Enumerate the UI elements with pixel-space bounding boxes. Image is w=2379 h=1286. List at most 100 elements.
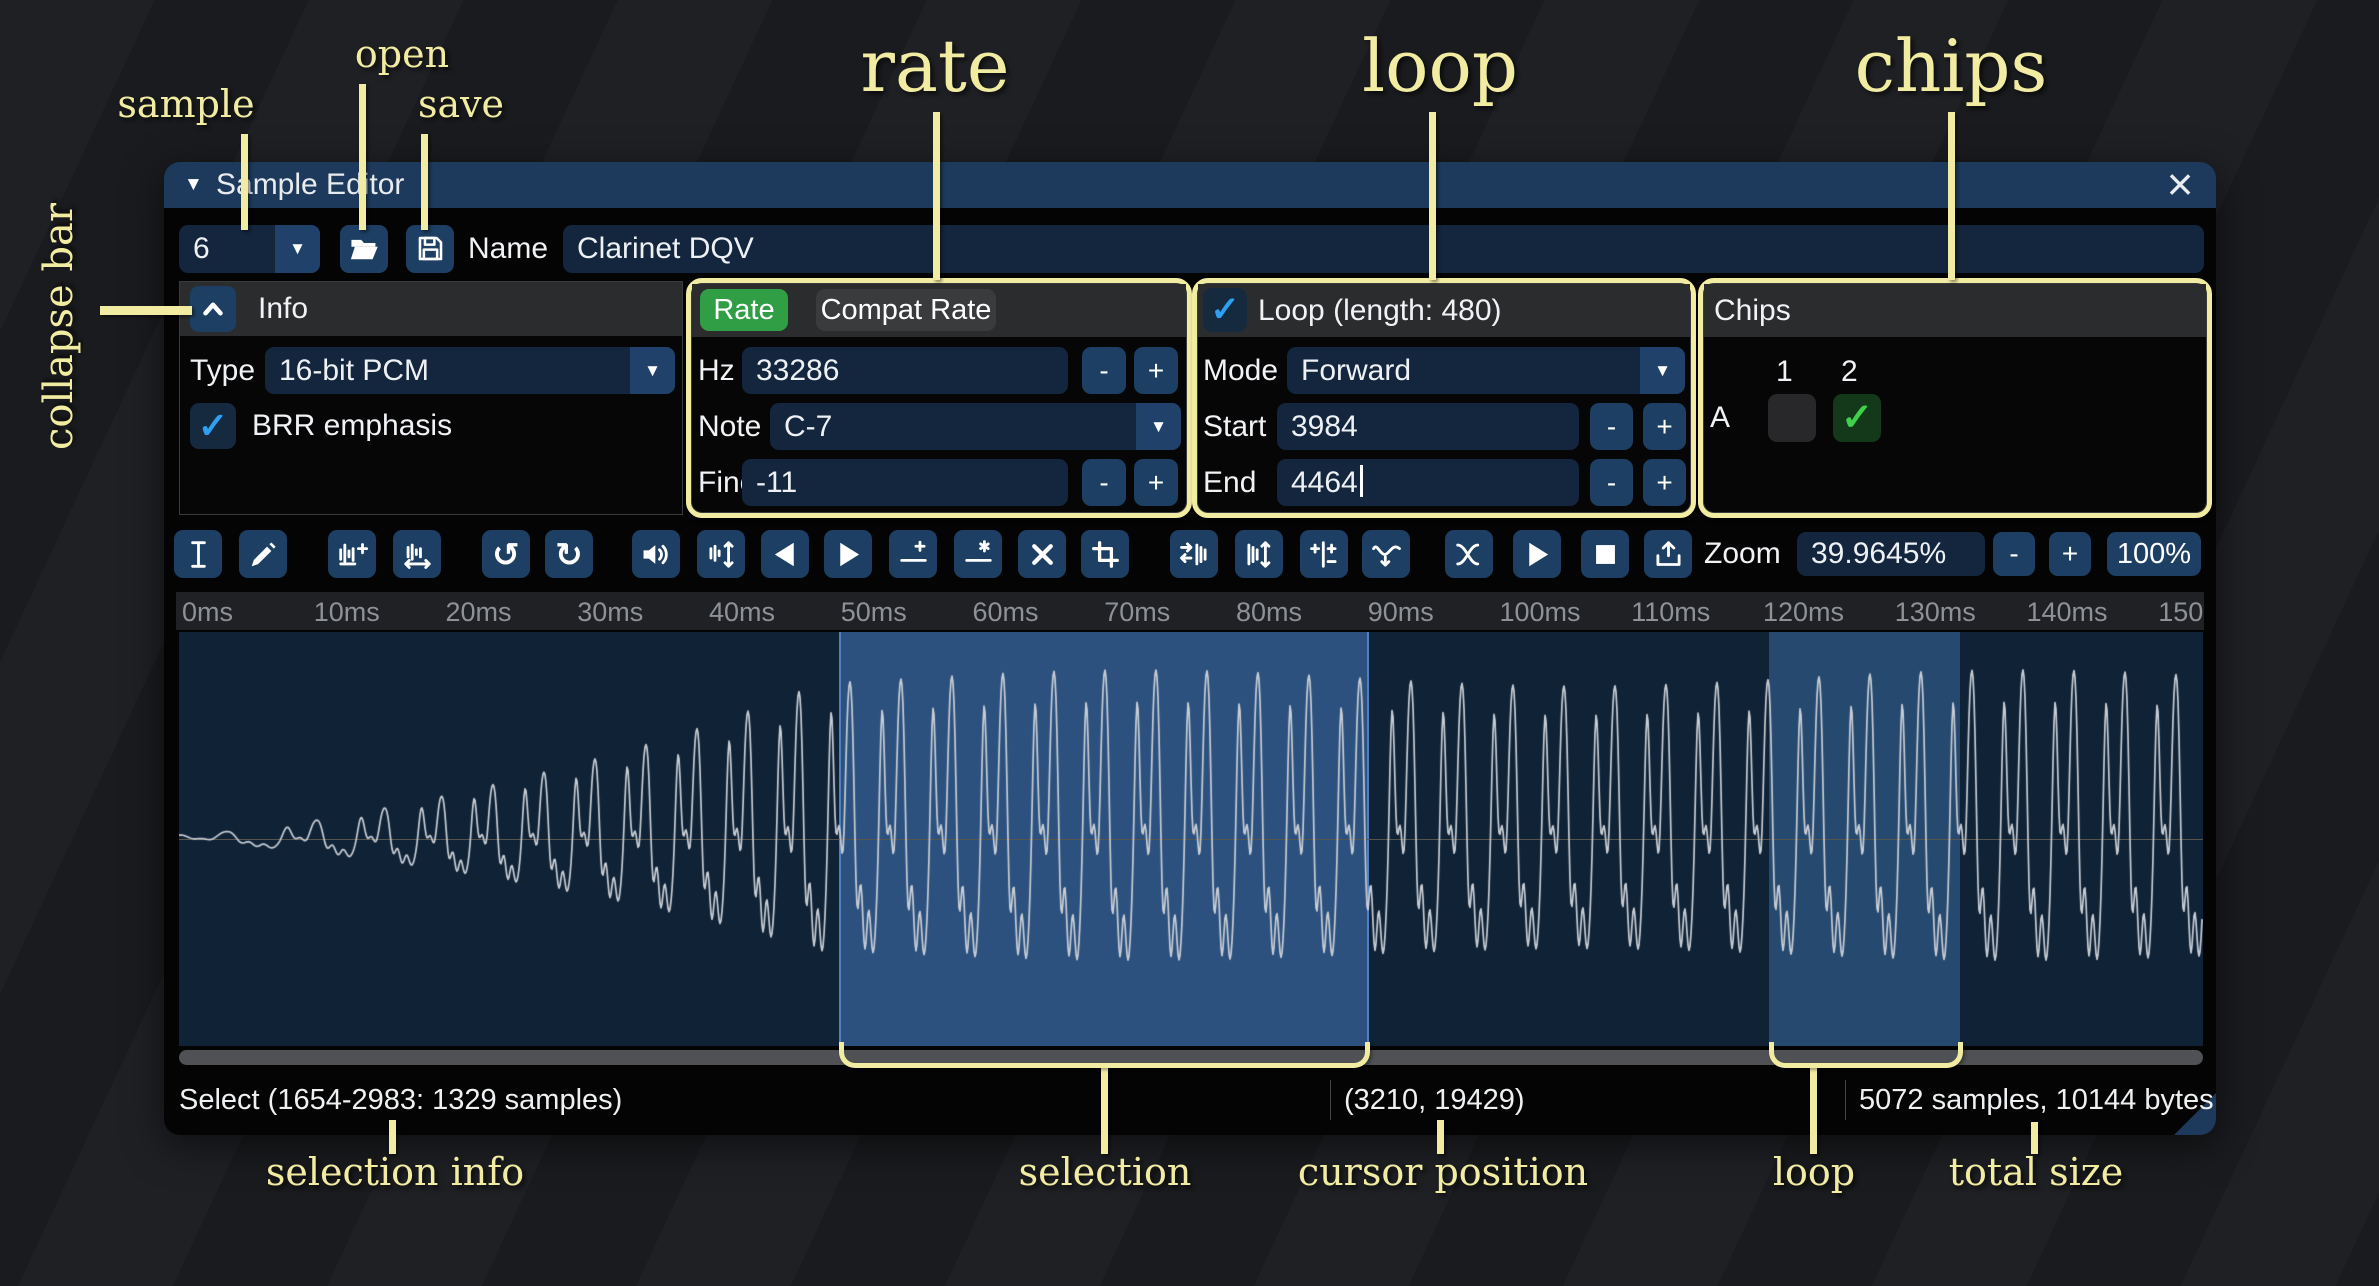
- chevron-down-icon[interactable]: ▼: [630, 347, 675, 394]
- open-sample-button[interactable]: [340, 225, 388, 273]
- redo-button[interactable]: ↻: [545, 530, 593, 578]
- window-titlebar[interactable]: ▼ Sample Editor ×: [164, 162, 2216, 208]
- fine-value: -11: [756, 459, 797, 506]
- ruler-label: 90ms: [1368, 592, 1434, 630]
- plus-icon: +: [1148, 355, 1164, 386]
- fine-plus-button[interactable]: +: [1134, 459, 1178, 506]
- save-sample-button[interactable]: [406, 225, 454, 273]
- hz-plus-button[interactable]: +: [1134, 347, 1178, 394]
- loop-end-input[interactable]: 4464: [1277, 459, 1579, 506]
- resample-button[interactable]: [393, 530, 441, 578]
- fine-input[interactable]: -11: [742, 459, 1068, 506]
- chevron-up-icon: [198, 294, 228, 324]
- filter-button[interactable]: [1362, 530, 1410, 578]
- fine-minus-button[interactable]: -: [1082, 459, 1126, 506]
- close-icon[interactable]: ×: [2158, 159, 2202, 209]
- brr-emphasis-checkbox[interactable]: ✓: [190, 403, 236, 449]
- note-select[interactable]: C-7 ▼: [770, 403, 1181, 450]
- status-selection-info: Select (1654-2983: 1329 samples): [179, 1072, 622, 1128]
- annotation-total-size: total size: [1949, 1150, 2123, 1194]
- annotation-loop: loop: [1362, 24, 1518, 108]
- zoom-in-button[interactable]: +: [2049, 532, 2091, 576]
- stop-icon: [1589, 538, 1622, 571]
- zoom-label: Zoom: [1704, 530, 1781, 578]
- normalize-button[interactable]: [697, 530, 745, 578]
- collapse-window-icon[interactable]: ▼: [184, 162, 203, 208]
- resize-button[interactable]: [328, 530, 376, 578]
- filter-wave-icon: [1370, 538, 1403, 571]
- loop-start-input[interactable]: 3984: [1277, 403, 1579, 450]
- reverse-button[interactable]: [1170, 530, 1218, 578]
- amplify-button[interactable]: [632, 530, 680, 578]
- fade-out-button[interactable]: [824, 530, 872, 578]
- select-tool-button[interactable]: [174, 530, 222, 578]
- waveform-display[interactable]: [179, 632, 2203, 1046]
- chevron-down-icon[interactable]: ▼: [275, 225, 320, 273]
- invert-icon: [1243, 538, 1276, 571]
- annotation-chips: chips: [1855, 24, 2048, 108]
- annotation-line-selection-info: [389, 1120, 396, 1154]
- check-icon: ✓: [198, 405, 228, 446]
- draw-tool-button[interactable]: [239, 530, 287, 578]
- plus-icon: +: [1656, 411, 1672, 442]
- stop-button[interactable]: [1581, 530, 1629, 578]
- loop-enable-checkbox[interactable]: ✓: [1203, 288, 1247, 332]
- chevron-down-icon[interactable]: ▼: [1136, 403, 1181, 450]
- pencil-icon: [247, 538, 280, 571]
- loop-end-plus-button[interactable]: +: [1643, 459, 1686, 506]
- zoom-input[interactable]: 39.9645%: [1797, 532, 1985, 576]
- compat-rate-tab[interactable]: Compat Rate: [816, 289, 996, 331]
- loop-mode-label: Mode: [1203, 347, 1278, 394]
- ruler-label: 80ms: [1236, 592, 1302, 630]
- save-floppy-icon: [415, 233, 446, 264]
- fade-in-button[interactable]: [761, 530, 809, 578]
- annotation-line-chips: [1948, 112, 1955, 280]
- crossfade-button[interactable]: [1445, 530, 1493, 578]
- loop-start-label: Start: [1203, 403, 1266, 450]
- loop-start-plus-button[interactable]: +: [1643, 403, 1686, 450]
- annotation-line-collapse-bar: [100, 306, 192, 315]
- annotation-line-loop: [1429, 112, 1436, 280]
- ruler-label: 20ms: [446, 592, 512, 630]
- resample-icon: [401, 538, 434, 571]
- play-icon: [1521, 538, 1554, 571]
- annotation-bracket-selection: [839, 1042, 1370, 1068]
- ruler-label: 100ms: [1500, 592, 1581, 630]
- zoom-out-button[interactable]: -: [1993, 532, 2035, 576]
- annotation-line-sample: [241, 134, 248, 230]
- rate-tab[interactable]: Rate: [700, 289, 788, 331]
- undo-icon: ↺: [492, 538, 520, 571]
- sample-name-input[interactable]: Clarinet DQV: [563, 225, 2204, 273]
- invert-button[interactable]: [1235, 530, 1283, 578]
- ruler-label: 70ms: [1104, 592, 1170, 630]
- hz-minus-button[interactable]: -: [1082, 347, 1126, 394]
- chip-2-checkbox[interactable]: ✓: [1833, 394, 1881, 442]
- hz-value: 33286: [756, 347, 839, 394]
- insert-silence-button[interactable]: [889, 530, 937, 578]
- loop-end-minus-button[interactable]: -: [1590, 459, 1633, 506]
- annotation-loop-bottom: loop: [1773, 1150, 1855, 1194]
- chip-1-checkbox[interactable]: [1768, 394, 1816, 442]
- status-divider: [1330, 1080, 1331, 1120]
- loop-mode-select[interactable]: Forward ▼: [1287, 347, 1685, 394]
- sample-type-select[interactable]: 16-bit PCM ▼: [265, 347, 675, 394]
- sample-number-select[interactable]: 6 ▼: [179, 225, 320, 273]
- fade-out-icon: [832, 538, 865, 571]
- undo-button[interactable]: ↺: [482, 530, 530, 578]
- play-button[interactable]: [1513, 530, 1561, 578]
- collapse-info-button[interactable]: [190, 286, 236, 332]
- import-button[interactable]: [1644, 530, 1692, 578]
- chevron-down-icon[interactable]: ▼: [1640, 347, 1685, 394]
- ruler-label: 120ms: [1763, 592, 1844, 630]
- delete-button[interactable]: [1018, 530, 1066, 578]
- zoom-reset-button[interactable]: 100%: [2107, 532, 2201, 576]
- text-caret: [1360, 465, 1363, 497]
- apply-silence-button[interactable]: [954, 530, 1002, 578]
- hz-label: Hz: [698, 347, 735, 394]
- check-icon: ✓: [1841, 397, 1873, 439]
- trim-button[interactable]: [1081, 530, 1129, 578]
- hz-input[interactable]: 33286: [742, 347, 1068, 394]
- minus-icon: -: [2009, 538, 2018, 569]
- loop-start-minus-button[interactable]: -: [1590, 403, 1633, 450]
- signed-unsigned-button[interactable]: [1300, 530, 1348, 578]
